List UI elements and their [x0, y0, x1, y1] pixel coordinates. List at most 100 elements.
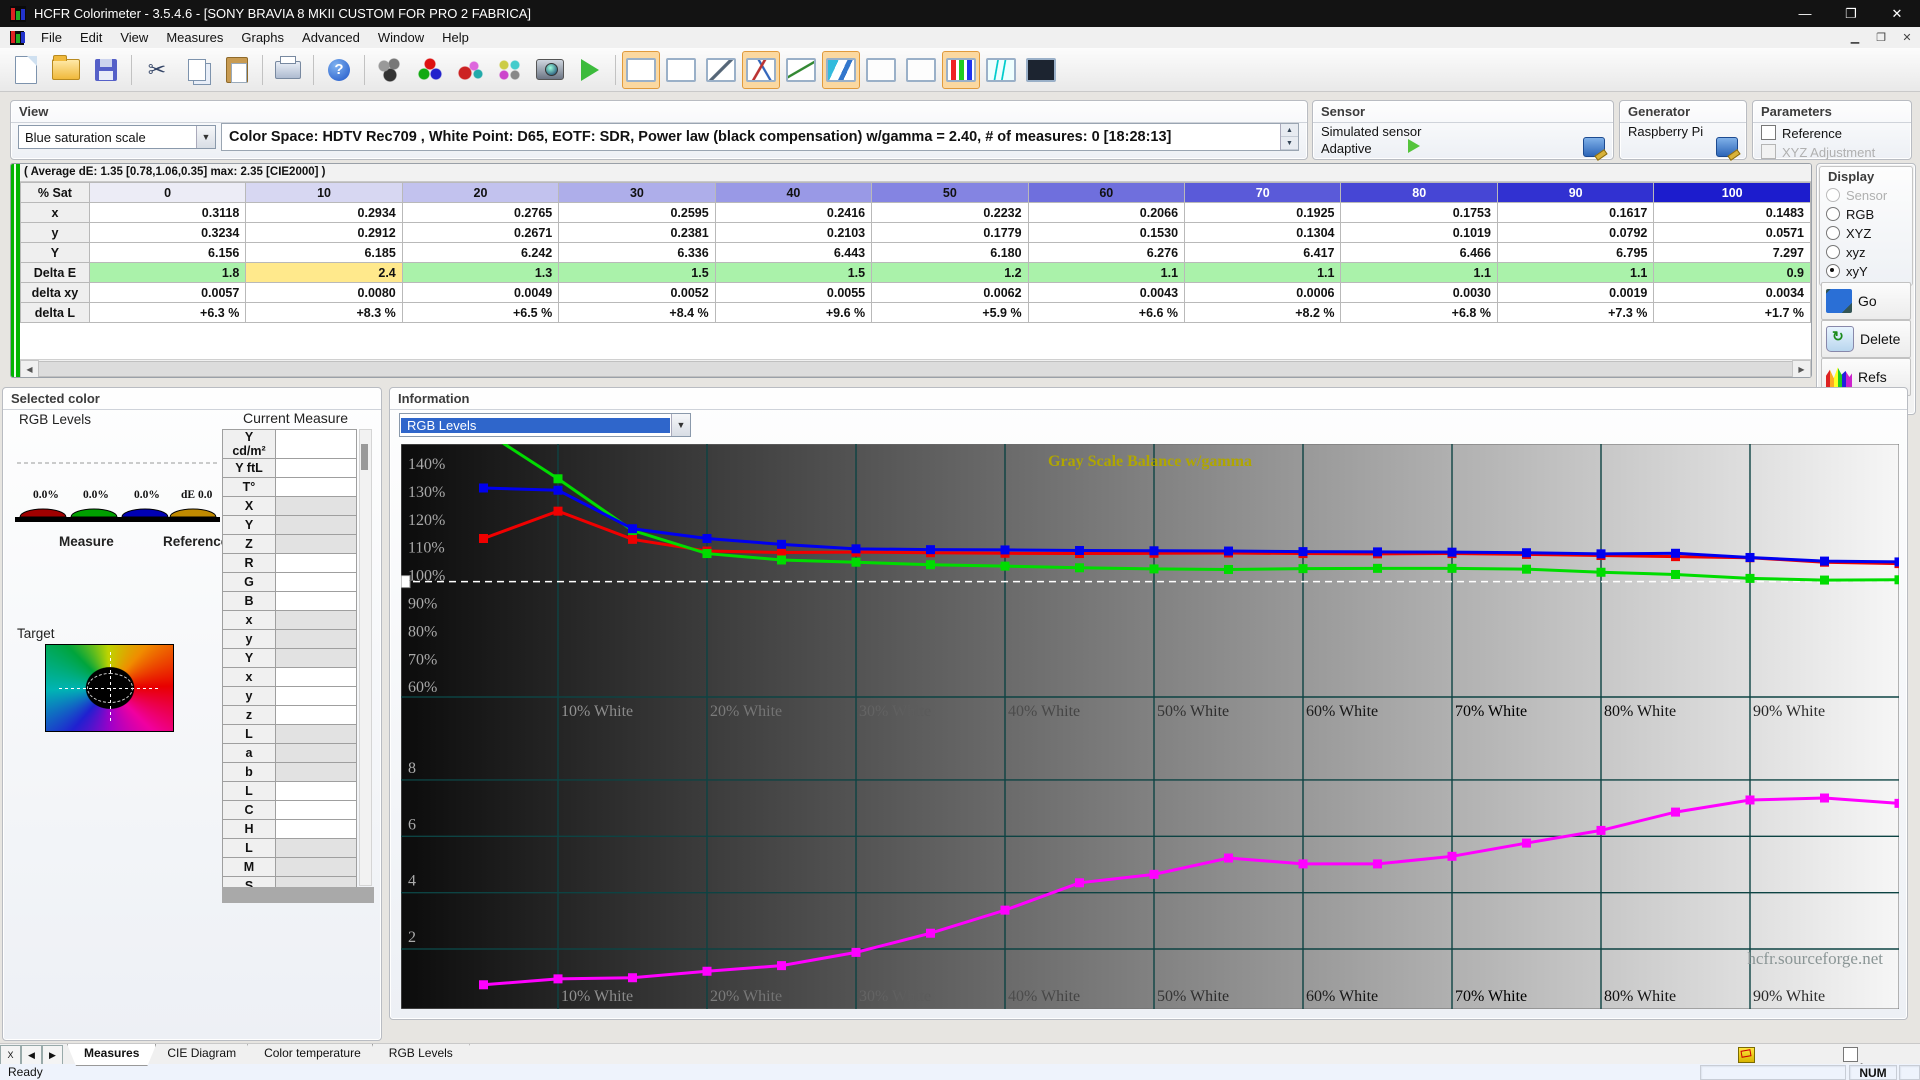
- table-cell: 0.2066: [1028, 203, 1184, 223]
- menu-help[interactable]: Help: [433, 28, 478, 47]
- camera-button[interactable]: [531, 51, 569, 89]
- table-cell: 0.0006: [1185, 283, 1341, 303]
- view-rgb-levels-button[interactable]: [942, 51, 980, 89]
- table-selection-gutter[interactable]: [11, 164, 20, 377]
- view-tab-bar: X ◀ ▶ MeasuresCIE DiagramColor temperatu…: [0, 1043, 1920, 1065]
- info-spinner[interactable]: ▲▼: [1280, 124, 1298, 150]
- table-cell: 0.9: [1654, 263, 1811, 283]
- table-cell: 0.2934: [246, 203, 402, 223]
- view-measures-grid-button[interactable]: [622, 51, 660, 89]
- maximize-button[interactable]: ❐: [1828, 0, 1874, 27]
- svg-text:50% White: 50% White: [1157, 703, 1229, 720]
- display-radio-rgb[interactable]: [1826, 207, 1840, 221]
- view-blank-chart-button[interactable]: [662, 51, 700, 89]
- information-view-dropdown[interactable]: RGB Levels ▼: [399, 413, 691, 437]
- statusbar-reference-checkbox[interactable]: [1843, 1047, 1858, 1062]
- go-button[interactable]: Go: [1821, 282, 1911, 320]
- view-free-measures-button[interactable]: [1022, 51, 1060, 89]
- menu-window[interactable]: Window: [369, 28, 433, 47]
- tab-color-temperature[interactable]: Color temperature: [247, 1044, 378, 1066]
- close-button[interactable]: ✕: [1874, 0, 1920, 27]
- copy-button[interactable]: [178, 51, 216, 89]
- window-title: HCFR Colorimeter - 3.5.4.6 - [SONY BRAVI…: [34, 6, 531, 21]
- mdi-minimize-button[interactable]: ▁: [1842, 31, 1868, 44]
- table-horizontal-scrollbar[interactable]: ◀ ▶: [20, 359, 1811, 377]
- menu-view[interactable]: View: [111, 28, 157, 47]
- table-cell: 1.2: [872, 263, 1028, 283]
- notes-icon[interactable]: [1738, 1047, 1755, 1063]
- measure-row-label: B: [223, 592, 276, 611]
- view-chart-8-button[interactable]: [902, 51, 940, 89]
- measure-row-label: Y ftL: [223, 459, 276, 478]
- display-radio-label: xyY: [1846, 264, 1868, 279]
- tabs-prev-icon[interactable]: ◀: [21, 1045, 42, 1065]
- scroll-right-icon[interactable]: ▶: [1792, 360, 1811, 378]
- chevron-down-icon[interactable]: ▼: [671, 414, 690, 436]
- cut-button[interactable]: ✂: [138, 51, 176, 89]
- tabs-next-icon[interactable]: ▶: [42, 1045, 63, 1065]
- print-button[interactable]: [269, 51, 307, 89]
- sensor-play-icon[interactable]: [1408, 139, 1420, 153]
- scroll-left-icon[interactable]: ◀: [20, 360, 39, 378]
- mdi-restore-button[interactable]: ❐: [1868, 31, 1894, 44]
- table-cell: 6.156: [89, 243, 245, 263]
- saturation-spheres-button[interactable]: [491, 51, 529, 89]
- new-file-button[interactable]: [7, 51, 45, 89]
- display-radio-xyy[interactable]: [1826, 264, 1840, 278]
- run-measures-button[interactable]: [571, 51, 609, 89]
- view-gamma-chart-button[interactable]: [702, 51, 740, 89]
- generator-panel: Generator Raspberry Pi: [1619, 100, 1747, 160]
- color-wheel-button[interactable]: [451, 51, 489, 89]
- table-cell: 0.0049: [402, 283, 558, 303]
- save-button[interactable]: [87, 51, 125, 89]
- rgb-spheres-button[interactable]: [411, 51, 449, 89]
- paste-button[interactable]: [218, 51, 256, 89]
- table-cell: 6.180: [872, 243, 1028, 263]
- table-cell: 0.0792: [1497, 223, 1653, 243]
- tabs-close-icon[interactable]: X: [0, 1045, 21, 1065]
- view-luminance-chart-button[interactable]: [782, 51, 820, 89]
- sensor-spheres-button[interactable]: [371, 51, 409, 89]
- menu-edit[interactable]: Edit: [71, 28, 111, 47]
- menu-file[interactable]: File: [32, 28, 71, 47]
- table-cell: 6.443: [715, 243, 871, 263]
- measure-row-label: Y: [223, 516, 276, 535]
- scrollbar-thumb[interactable]: [361, 444, 368, 470]
- generator-configure-icon[interactable]: [1716, 137, 1738, 157]
- svg-text:60%: 60%: [408, 679, 437, 696]
- display-radio-xyz[interactable]: [1826, 245, 1840, 259]
- display-radio-xyz[interactable]: [1826, 226, 1840, 240]
- menu-graphs[interactable]: Graphs: [232, 28, 293, 47]
- view-color-temp-button[interactable]: [822, 51, 860, 89]
- row-header: delta xy: [21, 283, 90, 303]
- view-chart-7-button[interactable]: [862, 51, 900, 89]
- svg-text:30% White: 30% White: [859, 988, 931, 1005]
- menu-advanced[interactable]: Advanced: [293, 28, 369, 47]
- view-waveform-button[interactable]: [982, 51, 1020, 89]
- view-cie-diagram-button[interactable]: [742, 51, 780, 89]
- title-bar: HCFR Colorimeter - 3.5.4.6 - [SONY BRAVI…: [0, 0, 1920, 27]
- tab-measures[interactable]: Measures: [67, 1044, 156, 1066]
- selected-color-panel: Selected color RGB Levels Current Measur…: [2, 387, 382, 1041]
- current-measure-row: L: [223, 725, 357, 744]
- view-mode-dropdown[interactable]: Blue saturation scale ▼: [18, 125, 216, 149]
- help-button[interactable]: ?: [320, 51, 358, 89]
- delete-button[interactable]: Delete: [1821, 320, 1911, 358]
- status-bar: Ready NUM: [0, 1064, 1920, 1080]
- open-file-button[interactable]: [47, 51, 85, 89]
- current-measure-scrollbar[interactable]: [359, 429, 372, 886]
- reference-checkbox[interactable]: [1761, 125, 1776, 140]
- view-measures-grid-icon: [626, 58, 656, 82]
- chevron-down-icon[interactable]: ▼: [196, 126, 215, 148]
- menu-measures[interactable]: Measures: [157, 28, 232, 47]
- svg-text:2: 2: [408, 929, 416, 946]
- table-cell: 0.1617: [1497, 203, 1653, 223]
- tab-cie-diagram[interactable]: CIE Diagram: [150, 1044, 253, 1066]
- current-measure-row: B: [223, 592, 357, 611]
- table-cell: +6.8 %: [1341, 303, 1497, 323]
- sensor-configure-icon[interactable]: [1583, 137, 1605, 157]
- minimize-button[interactable]: —: [1782, 0, 1828, 27]
- tab-rgb-levels[interactable]: RGB Levels: [372, 1044, 470, 1066]
- scrollbar-thumb[interactable]: [38, 361, 1793, 377]
- mdi-close-button[interactable]: ✕: [1894, 31, 1920, 44]
